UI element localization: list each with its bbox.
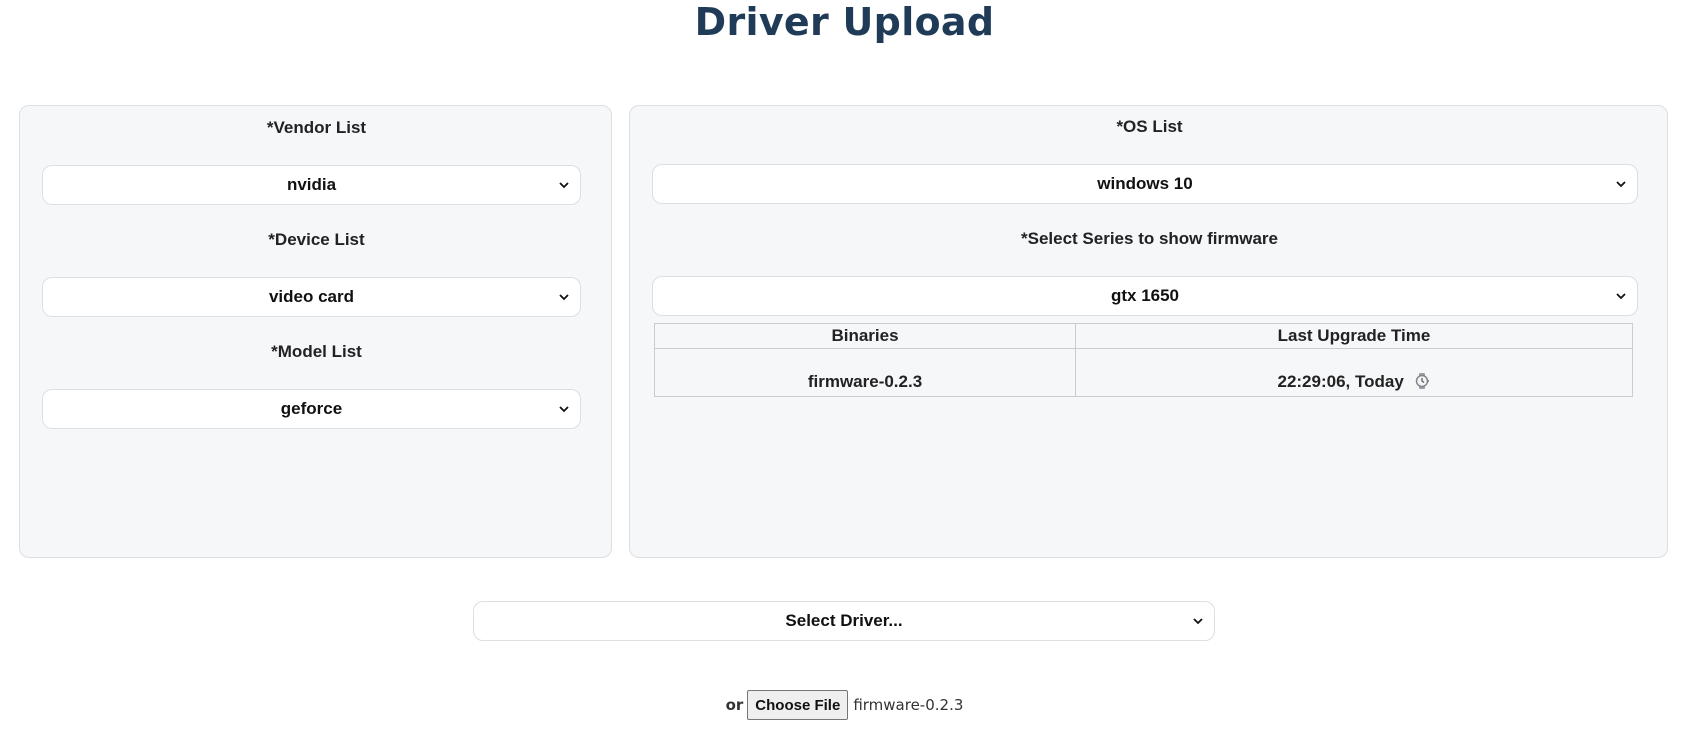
vendor-select-value: nvidia <box>286 175 337 194</box>
watch-icon <box>1415 373 1429 389</box>
model-list-label: *Model List <box>271 342 362 361</box>
binaries-column-header: Binaries <box>654 323 1076 349</box>
model-select[interactable]: geforce <box>42 389 581 429</box>
os-select[interactable]: windows 10 <box>652 164 1638 204</box>
choose-file-button[interactable]: Choose File <box>747 690 849 720</box>
series-select-value: gtx 1650 <box>1110 286 1180 305</box>
chevron-down-icon <box>1193 618 1203 625</box>
page-title: Driver Upload <box>694 0 995 44</box>
binary-name: firmware-0.2.3 <box>807 372 923 391</box>
os-list-label: *OS List <box>1116 117 1183 136</box>
chevron-down-icon <box>559 406 569 413</box>
chevron-down-icon <box>1616 293 1626 300</box>
driver-upload-page: Driver Upload *Vendor List nvidia *Devic… <box>0 0 1689 739</box>
device-select[interactable]: video card <box>42 277 581 317</box>
or-label: or <box>725 696 744 714</box>
firmware-table: Binaries Last Upgrade Time firmware-0.2.… <box>654 323 1633 397</box>
chevron-down-icon <box>559 182 569 189</box>
os-select-value: windows 10 <box>1097 174 1193 193</box>
chevron-down-icon <box>559 294 569 301</box>
upgrade-time-text: 22:29:06, Today <box>1277 372 1404 391</box>
binary-cell: firmware-0.2.3 <box>654 348 1076 397</box>
file-upload-row: or Choose File firmware-0.2.3 <box>0 690 1689 720</box>
vendor-list-label: *Vendor List <box>266 118 367 137</box>
selected-file-name: firmware-0.2.3 <box>853 696 964 714</box>
table-row[interactable]: firmware-0.2.3 22:29:06, Today <box>654 348 1633 397</box>
firmware-selection-panel: *OS List windows 10 *Select Series to sh… <box>629 105 1668 558</box>
device-selection-panel: *Vendor List nvidia *Device List video c… <box>19 105 612 558</box>
driver-select-value: Select Driver... <box>785 611 903 630</box>
chevron-down-icon <box>1616 181 1626 188</box>
device-list-label: *Device List <box>268 230 365 249</box>
model-select-value: geforce <box>280 399 343 418</box>
driver-select[interactable]: Select Driver... <box>473 601 1215 641</box>
table-header-row: Binaries Last Upgrade Time <box>654 323 1633 349</box>
series-label: *Select Series to show firmware <box>1021 229 1278 248</box>
upgrade-time-column-header: Last Upgrade Time <box>1075 323 1633 349</box>
upgrade-time-cell: 22:29:06, Today <box>1075 348 1633 397</box>
series-select[interactable]: gtx 1650 <box>652 276 1638 316</box>
device-select-value: video card <box>268 287 355 306</box>
vendor-select[interactable]: nvidia <box>42 165 581 205</box>
